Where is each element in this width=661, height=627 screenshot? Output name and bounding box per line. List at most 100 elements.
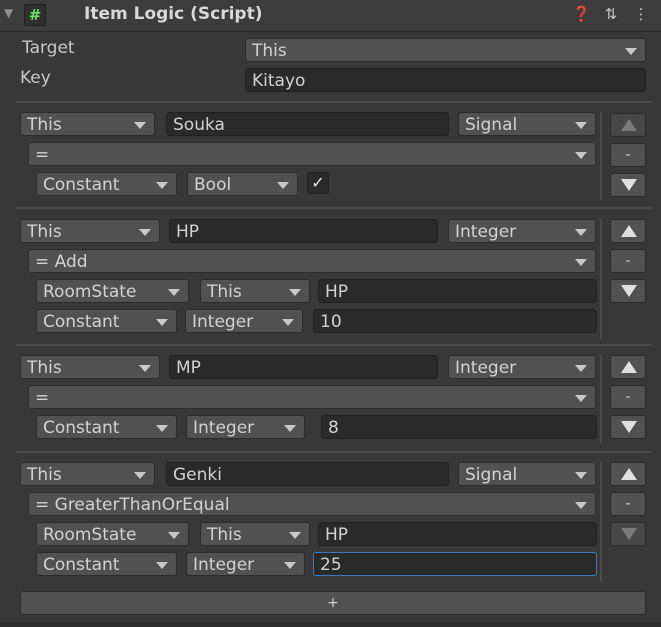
block-source-value: This [27,465,62,485]
move-up-button[interactable] [610,355,646,379]
chevron-down-icon [284,425,296,432]
operand-type-value: Integer [192,312,254,332]
block-source-value: This [27,115,62,135]
operand-source-dropdown[interactable]: Constant [36,552,177,576]
chevron-down-icon [575,365,587,372]
add-condition-button[interactable]: + [20,591,646,615]
operand-type-dropdown[interactable]: Bool [187,172,298,196]
operator-value: = GreaterThanOrEqual [35,495,230,515]
context-menu-icon[interactable]: ⋮ [632,5,650,23]
operand-source-dropdown[interactable]: RoomState [36,279,189,303]
block-source-dropdown[interactable]: This [20,112,155,136]
operator-value: = Add [35,252,88,272]
operand-value-field[interactable]: 10 [313,309,597,333]
operator-value: = [35,145,50,165]
move-up-button[interactable] [610,219,646,243]
operand-value-field[interactable]: HP [318,522,597,546]
operator-dropdown[interactable]: = Add [28,249,596,273]
move-down-button[interactable] [610,415,646,439]
presets-icon[interactable]: ⇅ [602,5,620,23]
chevron-down-icon [289,532,301,539]
chevron-down-icon [575,229,587,236]
remove-button[interactable]: - [610,385,646,409]
arrow-down-icon [621,528,637,540]
arrow-down-icon [621,179,637,191]
block-name-field[interactable]: Genki [166,462,449,486]
remove-button[interactable]: - [610,492,646,516]
move-up-button[interactable] [610,113,646,137]
operand-source-value: Constant [43,555,120,575]
block-type-dropdown[interactable]: Integer [448,355,596,379]
remove-button[interactable]: - [610,143,646,167]
block-name-field[interactable]: Souka [166,112,449,136]
chevron-down-icon [575,502,587,509]
chevron-down-icon [575,152,587,159]
block-source-dropdown[interactable]: This [20,355,160,379]
move-down-button[interactable] [610,173,646,197]
operator-value: = [35,388,50,408]
remove-button[interactable]: - [610,249,646,273]
chevron-down-icon [156,182,168,189]
operator-dropdown[interactable]: = [28,385,596,409]
component-header: ▼ # Item Logic (Script) ❓ ⇅ ⋮ [0,0,661,32]
operand-source-dropdown[interactable]: Constant [36,415,177,439]
block-type-dropdown[interactable]: Signal [458,112,596,136]
block-type-value: Integer [455,222,517,242]
bool-checkbox[interactable]: ✓ [307,172,329,194]
operand-type-dropdown[interactable]: Integer [186,415,305,439]
block-name-field[interactable]: HP [169,219,438,243]
component-title: Item Logic (Script) [84,4,263,24]
move-up-button[interactable] [610,462,646,486]
operand-type-dropdown[interactable]: Integer [186,552,305,576]
chevron-down-icon [277,182,289,189]
operand-value-field[interactable]: HP [318,279,597,303]
block-source-dropdown[interactable]: This [20,219,160,243]
chevron-down-icon [289,289,301,296]
operand-type-dropdown[interactable]: Integer [185,309,303,333]
minus-icon: - [625,253,631,269]
operand-target-dropdown[interactable]: This [200,522,310,546]
minus-icon: - [625,147,631,163]
chevron-down-icon [139,229,151,236]
chevron-down-icon [284,562,296,569]
target-label: Target [22,38,75,58]
block-source-dropdown[interactable]: This [20,462,155,486]
key-field[interactable]: Kitayo [245,68,646,92]
operand-source-value: Constant [43,418,120,438]
operand-type-value: Integer [193,418,255,438]
chevron-down-icon [134,472,146,479]
block-source-value: This [27,222,62,242]
operand-target-value: This [207,282,242,302]
block-type-dropdown[interactable]: Signal [458,462,596,486]
chevron-down-icon [134,122,146,129]
chevron-down-icon [575,395,587,402]
operand-value-field[interactable]: 8 [321,415,597,439]
block-type-value: Signal [465,115,518,135]
block-type-dropdown[interactable]: Integer [448,219,596,243]
block-type-value: Integer [455,358,517,378]
operator-dropdown[interactable]: = GreaterThanOrEqual [28,492,596,516]
operand-source-dropdown[interactable]: Constant [36,172,177,196]
chevron-down-icon [139,365,151,372]
divider [600,112,602,200]
target-value: This [252,41,287,61]
move-down-button[interactable] [610,279,646,303]
operand-source-dropdown[interactable]: Constant [36,309,177,333]
divider [600,219,602,339]
divider [16,451,652,453]
operand-source-value: RoomState [43,525,137,545]
operand-value-field[interactable]: 25 [313,552,597,576]
divider [16,344,652,346]
operator-dropdown[interactable]: = [28,142,596,166]
operand-source-dropdown[interactable]: RoomState [36,522,189,546]
target-dropdown[interactable]: This [245,38,646,62]
block-name-field[interactable]: MP [169,355,438,379]
help-icon[interactable]: ❓ [572,5,591,23]
foldout-arrow-icon[interactable]: ▼ [4,6,13,20]
chevron-down-icon [156,562,168,569]
operand-source-value: Constant [43,312,120,332]
operand-source-value: RoomState [43,282,137,302]
chevron-down-icon [575,472,587,479]
move-down-button[interactable] [610,522,646,546]
operand-target-dropdown[interactable]: This [200,279,310,303]
